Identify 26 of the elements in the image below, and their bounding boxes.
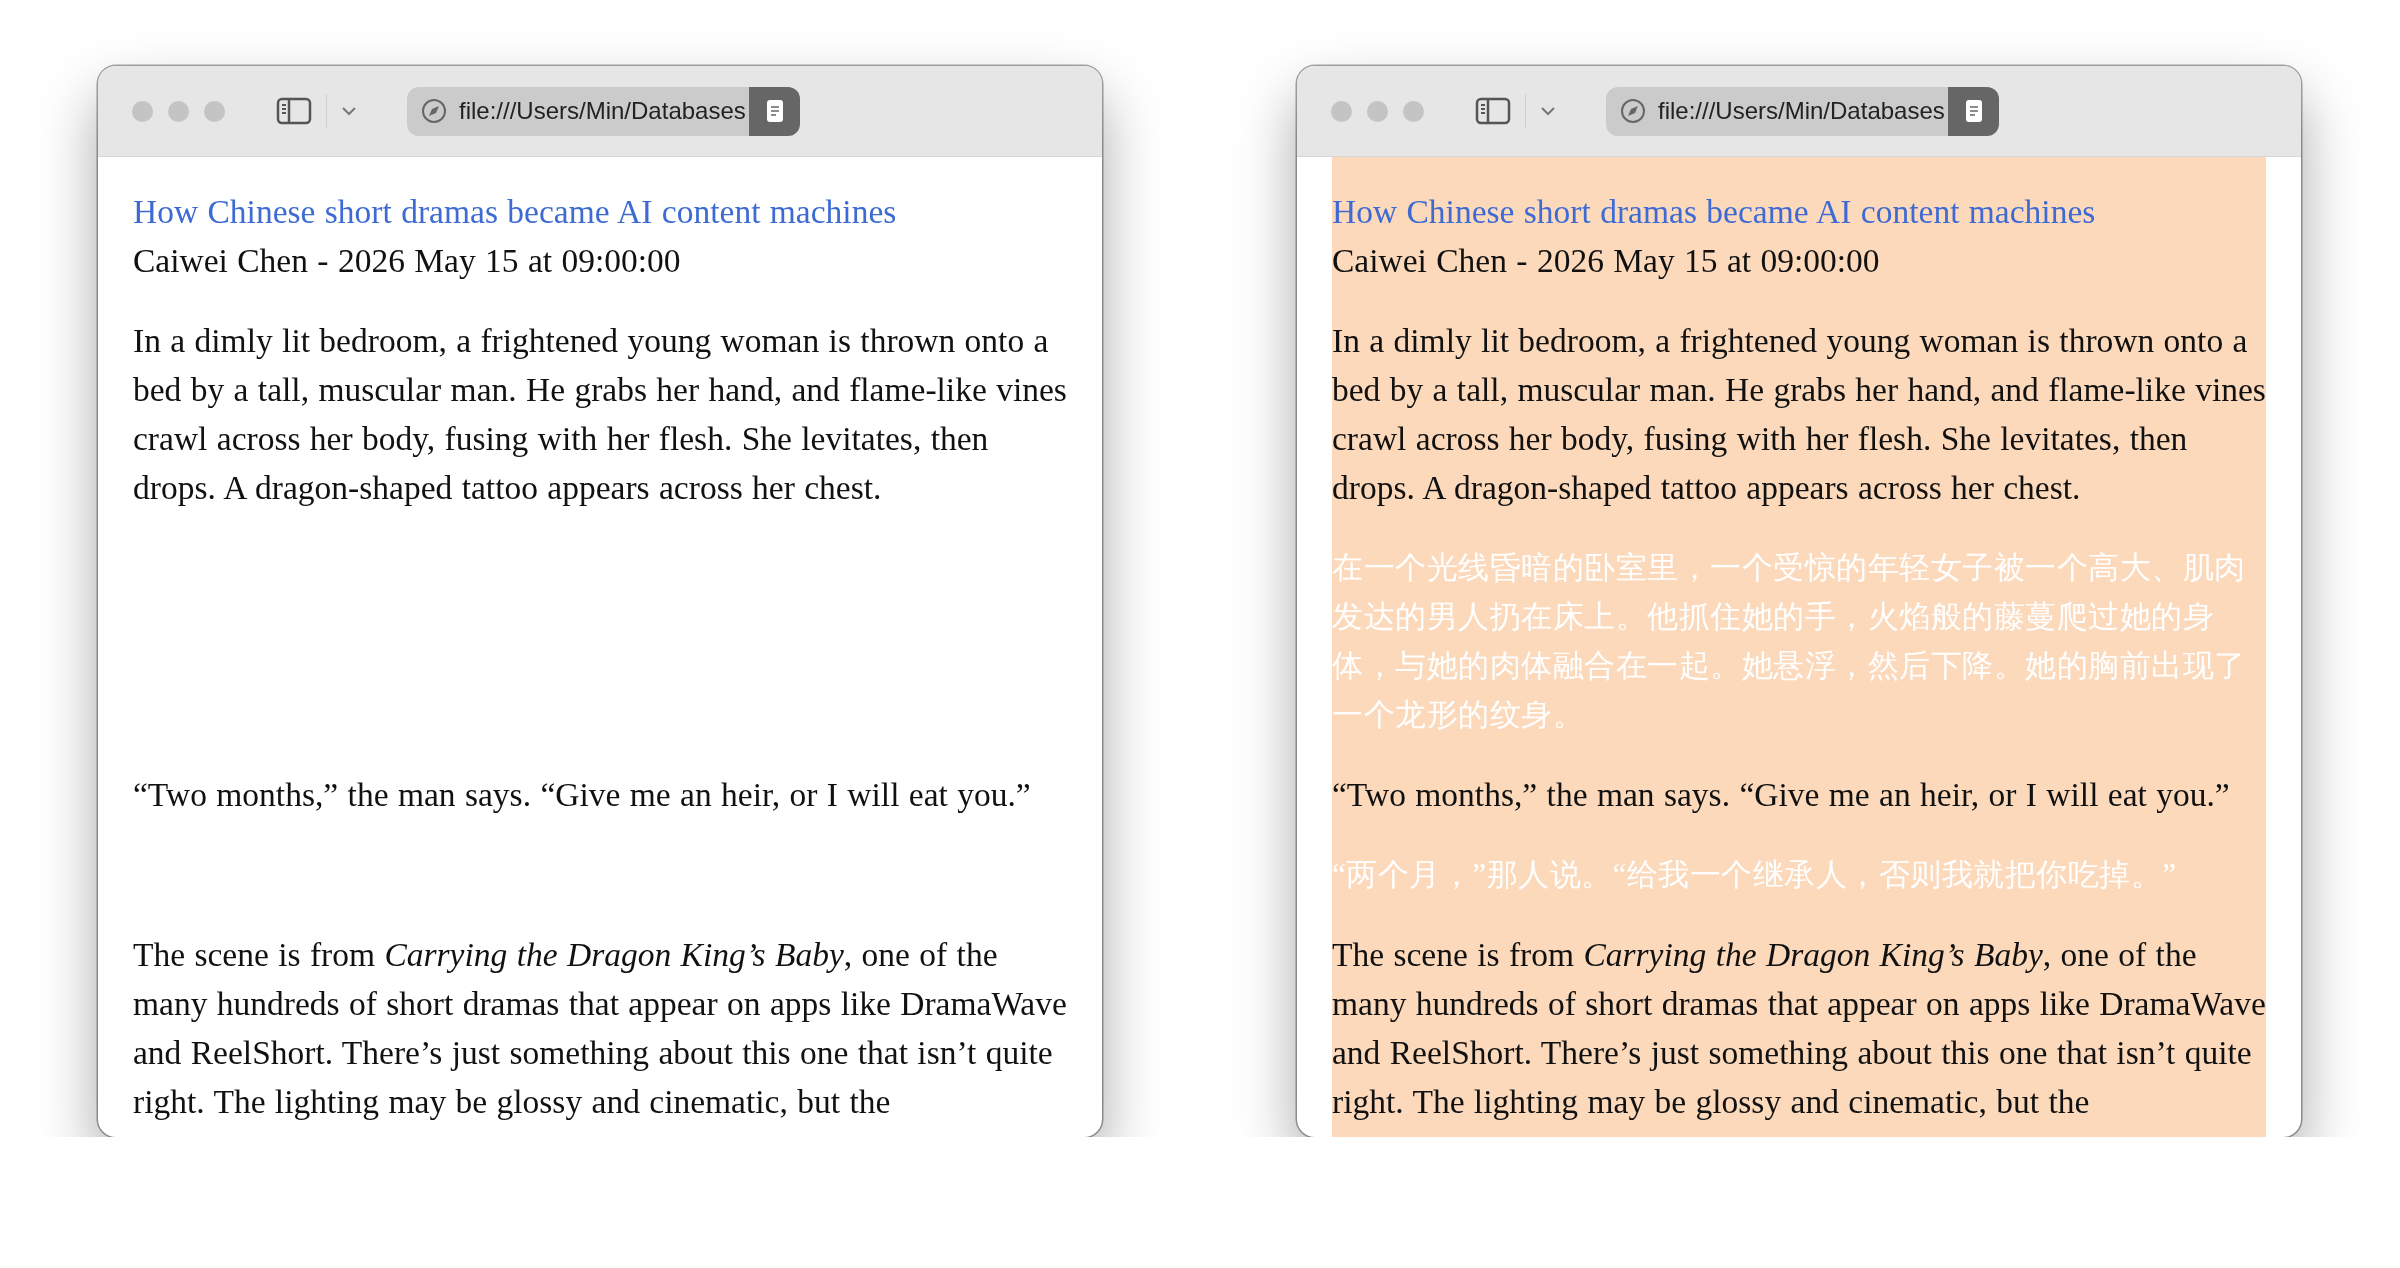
article-title[interactable]: How Chinese short dramas became AI content machines [1332,187,2266,236]
compass-icon[interactable] [421,98,447,124]
byline: Caiwei Chen - 2026 May 15 at 09:00:00 [133,241,682,281]
paragraph: “Two months,” the man says. “Give me an heir, or I will eat you.” [1332,775,2231,815]
address-bar[interactable]: file:///Users/Min/Databases [1606,86,1948,136]
url-text: file:///Users/Min/Databases [459,97,746,125]
byline: Caiwei Chen - 2026 May 15 at 09:00:00 [1332,241,1881,281]
sidebar-icon[interactable] [276,97,312,125]
translated-paragraph: “两个月，”那人说。“给我一个继承人，否则我就把你吃掉。” [1332,856,2178,894]
address-bar[interactable]: file:///Users/Min/Databases [407,86,749,136]
reader-button[interactable] [1948,86,1999,136]
chevron-icon[interactable] [1540,106,1556,116]
paragraph: In a dimly lit bedroom, a frightened young woman is thrown onto a bed by a tall, muscular man. He grabs her hand, and flame-like vines crawl across her body, fusing with her flesh. She levitates, then drops. A dragon-shaped tattoo appears across her chest. [1332,321,2266,508]
url-text: file:///Users/Min/Databases [1658,97,1945,125]
paragraph: The scene is from Carrying the Dragon King’s Baby, one of the many hundreds of short dramas that appear on apps like DramaWave and ReelShort. There’s just something about this one that isn’t quite right. The lighting may be glossy and cinematic, but the [133,935,1067,1122]
paragraph: The scene is from Carrying the Dragon King’s Baby, one of the many hundreds of short dramas that appear on apps like DramaWave and ReelShort. There’s just something about this one that isn’t quite right. The lighting may be glossy and cinematic, but the [1332,935,2266,1122]
compass-icon[interactable] [1620,98,1646,124]
paragraph: “Two months,” the man says. “Give me an heir, or I will eat you.” [133,775,1032,815]
document-icon[interactable] [765,99,784,123]
translated-paragraph: 在一个光线昏暗的卧室里，一个受惊的年轻女子被一个高大、肌肉发达的男人扔在床上。他抓住她的手，火焰般的藤蔓爬过她的身体，与她的肉体融合在一起。她悬浮，然后下降。她的胸前出现了一个龙形的纹身。 [1332,549,2247,734]
reader-button[interactable] [749,86,800,136]
paragraph: In a dimly lit bedroom, a frightened young woman is thrown onto a bed by a tall, muscular man. He grabs her hand, and flame-like vines crawl across her body, fusing with her flesh. She levitates, then drops. A dragon-shaped tattoo appears across her chest. [133,321,1067,508]
article-title[interactable]: How Chinese short dramas became AI content machines [133,187,1067,236]
sidebar-icon[interactable] [1475,97,1511,125]
chevron-icon[interactable] [341,106,357,116]
document-icon[interactable] [1964,99,1983,123]
